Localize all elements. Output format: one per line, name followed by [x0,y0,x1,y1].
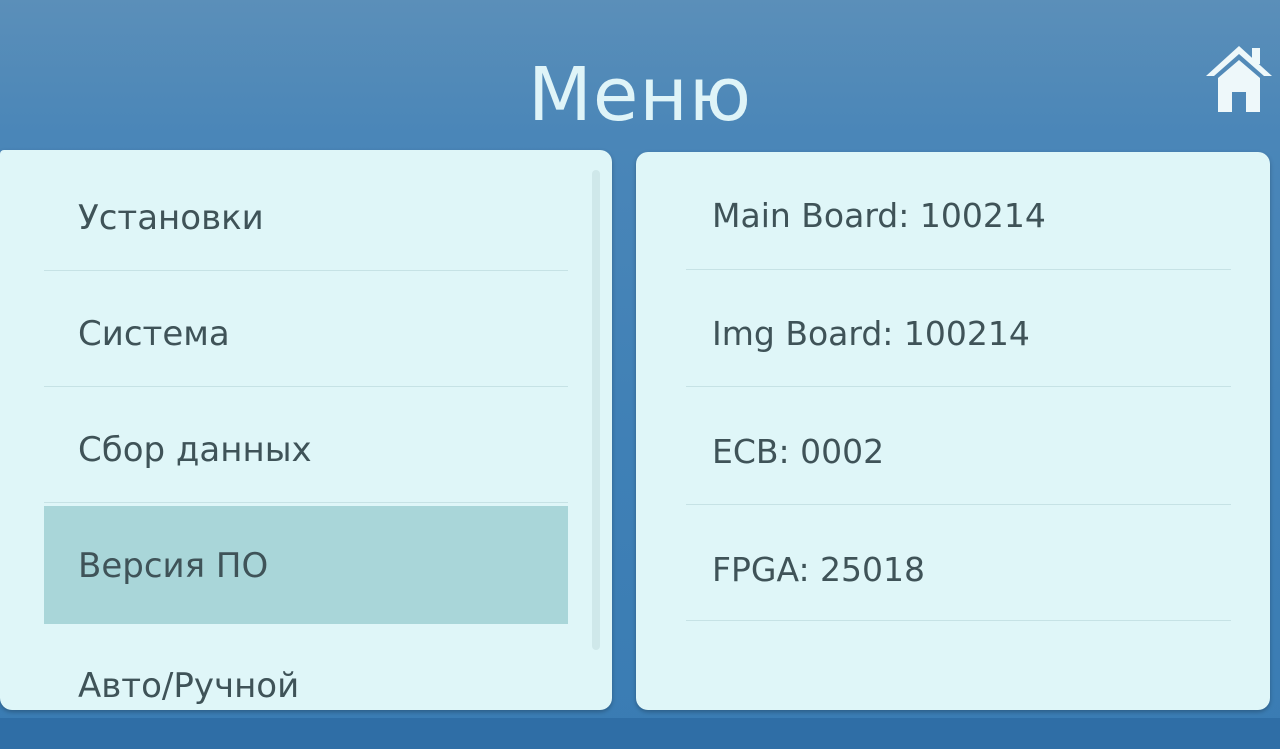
home-button[interactable] [1198,36,1280,120]
version-info-panel: Main Board: 100214 Img Board: 100214 ECB… [636,152,1270,710]
menu-item-settings[interactable]: Установки [44,158,568,276]
menu-item-software-version[interactable]: Версия ПО [44,506,568,624]
info-row-ecb: ECB: 0002 [686,388,1231,506]
info-text: Img Board: 100214 [712,314,1030,353]
divider [44,502,568,503]
menu-item-label: Авто/Ручной [78,666,300,706]
divider [686,504,1231,505]
info-text: ECB: 0002 [712,432,885,471]
home-icon [1206,46,1272,112]
menu-panel: Установки Система Сбор данных Версия ПО … [0,150,612,710]
info-row-fpga: FPGA: 25018 [686,506,1231,624]
menu-item-label: Сбор данных [78,430,312,470]
menu-item-auto-manual[interactable]: Авто/Ручной [44,626,568,710]
menu-item-label: Версия ПО [78,546,269,586]
menu-item-label: Система [78,314,230,354]
menu-item-data-collection[interactable]: Сбор данных [44,390,568,508]
info-row-img-board: Img Board: 100214 [686,270,1231,388]
info-text: Main Board: 100214 [712,196,1046,235]
menu-item-system[interactable]: Система [44,274,568,392]
divider [44,386,568,387]
scrollbar[interactable] [592,170,600,650]
info-text: FPGA: 25018 [712,550,926,589]
menu-item-label: Установки [78,198,264,238]
bottom-bar [0,718,1280,749]
info-row-main-board: Main Board: 100214 [686,152,1231,270]
divider [686,386,1231,387]
divider [686,620,1231,621]
divider [44,270,568,271]
page-title: Меню [527,52,753,138]
